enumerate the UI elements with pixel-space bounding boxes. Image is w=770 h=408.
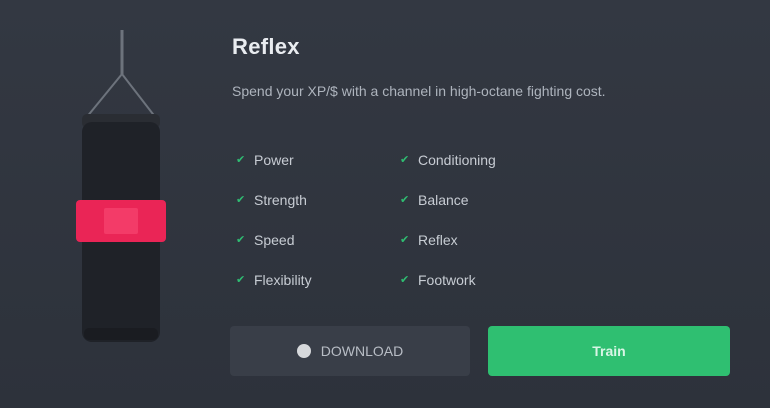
train-button-label: Train xyxy=(592,343,626,359)
product-description: Spend your XP/$ with a channel in high-o… xyxy=(232,83,606,99)
feature-list: ✔ Power ✔ Conditioning ✔ Strength ✔ Bala… xyxy=(236,150,596,290)
check-icon: ✔ xyxy=(236,194,246,206)
product-panel: Reflex Spend your XP/$ with a channel in… xyxy=(0,0,770,408)
download-button[interactable]: DOWNLOAD xyxy=(230,326,470,376)
check-icon: ✔ xyxy=(400,274,410,286)
check-icon: ✔ xyxy=(236,234,246,246)
check-icon: ✔ xyxy=(400,234,410,246)
feature-label: Balance xyxy=(418,192,469,208)
check-icon: ✔ xyxy=(236,274,246,286)
feature-label: Flexibility xyxy=(254,272,312,288)
train-button[interactable]: Train xyxy=(488,326,730,376)
feature-label: Footwork xyxy=(418,272,476,288)
check-icon: ✔ xyxy=(400,154,410,166)
feature-item-power: ✔ Power xyxy=(236,150,400,170)
feature-label: Speed xyxy=(254,232,295,248)
feature-label: Conditioning xyxy=(418,152,496,168)
product-title: Reflex xyxy=(232,34,300,59)
check-icon: ✔ xyxy=(236,154,246,166)
download-button-label: DOWNLOAD xyxy=(320,343,404,359)
feature-item-balance: ✔ Balance xyxy=(400,190,580,210)
feature-label: Power xyxy=(254,152,294,168)
feature-label: Reflex xyxy=(418,232,458,248)
feature-item-conditioning: ✔ Conditioning xyxy=(400,150,580,170)
punching-bag-icon xyxy=(76,30,166,342)
feature-item-footwork: ✔ Footwork xyxy=(400,270,580,290)
feature-item-flexibility: ✔ Flexibility xyxy=(236,270,400,290)
feature-item-reflex: ✔ Reflex xyxy=(400,230,580,250)
feature-item-strength: ✔ Strength xyxy=(236,190,400,210)
check-icon: ✔ xyxy=(400,194,410,206)
feature-label: Strength xyxy=(254,192,307,208)
download-icon xyxy=(296,344,311,358)
feature-item-speed: ✔ Speed xyxy=(236,230,400,250)
